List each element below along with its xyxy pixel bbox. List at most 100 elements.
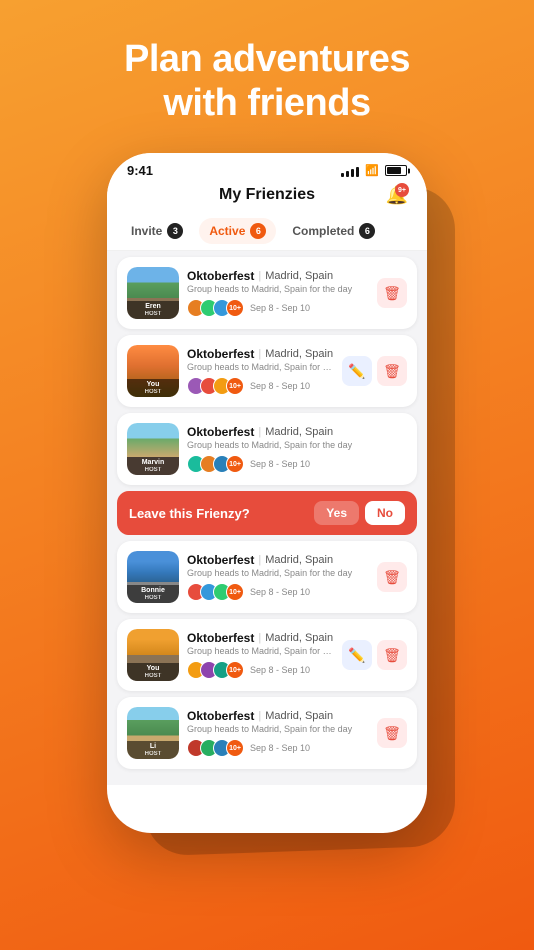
card-actions: 🗑 — [377, 562, 407, 592]
event-dates: Sep 8 - Sep 10 — [250, 303, 310, 313]
leave-yes-button[interactable]: Yes — [314, 501, 359, 525]
tab-bar: Invite 3 Active 6 Completed 6 — [107, 212, 427, 251]
avatar-more: 10+ — [226, 377, 244, 395]
card-info: Oktoberfest | Madrid, Spain Group heads … — [187, 631, 334, 679]
list-item: YouHOST Oktoberfest | Madrid, Spain Grou… — [117, 335, 417, 407]
event-desc: Group heads to Madrid, Spain for the day — [187, 568, 369, 578]
phone-frame: 9:41 📶 My Frienzies 🔔 9+ — [107, 153, 427, 833]
avatar-more: 10+ — [226, 583, 244, 601]
card-actions: 🗑 — [377, 278, 407, 308]
app-title: My Frienzies — [219, 186, 315, 204]
card-info: Oktoberfest | Madrid, Spain Group heads … — [187, 347, 334, 395]
card-image: ErenHOST — [127, 267, 179, 319]
event-name: Oktoberfest — [187, 709, 254, 723]
edit-button[interactable]: ✏️ — [342, 356, 372, 386]
host-tag: LiHOST — [127, 741, 179, 759]
avatar-stack: 10+ — [187, 661, 244, 679]
host-tag: MarvinHOST — [127, 457, 179, 475]
event-location: Madrid, Spain — [265, 270, 333, 282]
list-item: YouHOST Oktoberfest | Madrid, Spain Grou… — [117, 619, 417, 691]
edit-button[interactable]: ✏️ — [342, 640, 372, 670]
avatar-more: 10+ — [226, 661, 244, 679]
card-image: YouHOST — [127, 629, 179, 681]
event-name: Oktoberfest — [187, 425, 254, 439]
leave-no-button[interactable]: No — [365, 501, 405, 525]
headline: Plan adventures with friends — [94, 38, 440, 125]
event-desc: Group heads to Madrid, Spain for the day — [187, 362, 334, 372]
event-dates: Sep 8 - Sep 10 — [250, 381, 310, 391]
card-image: LiHOST — [127, 707, 179, 759]
avatar-more: 10+ — [226, 299, 244, 317]
host-tag: YouHOST — [127, 663, 179, 681]
headline-line2: with friends — [124, 82, 410, 126]
signal-bars-icon — [341, 165, 359, 177]
event-dates: Sep 8 - Sep 10 — [250, 665, 310, 675]
battery-icon — [385, 165, 407, 176]
tab-active-badge: 6 — [250, 223, 266, 239]
card-image: YouHOST — [127, 345, 179, 397]
avatar-stack: 10+ — [187, 299, 244, 317]
card-image: MarvinHOST — [127, 423, 179, 475]
event-desc: Group heads to Madrid, Spain for the day — [187, 724, 369, 734]
card-actions: ✏️ 🗑 — [342, 356, 407, 386]
avatar-stack: 10+ — [187, 583, 244, 601]
card-info: Oktoberfest | Madrid, Spain Group heads … — [187, 269, 369, 317]
event-location: Madrid, Spain — [265, 426, 333, 438]
card-info: Oktoberfest | Madrid, Spain Group heads … — [187, 425, 399, 473]
avatar-stack: 10+ — [187, 377, 244, 395]
event-location: Madrid, Spain — [265, 710, 333, 722]
list-item: MarvinHOST Oktoberfest | Madrid, Spain G… — [117, 413, 417, 485]
list-item: ErenHOST Oktoberfest | Madrid, Spain Gro… — [117, 257, 417, 329]
delete-button[interactable]: 🗑 — [377, 562, 407, 592]
event-name: Oktoberfest — [187, 269, 254, 283]
wifi-icon: 📶 — [365, 164, 379, 177]
delete-button[interactable]: 🗑 — [377, 356, 407, 386]
delete-button[interactable]: 🗑 — [377, 278, 407, 308]
app-header: My Frienzies 🔔 9+ — [107, 182, 427, 212]
event-dates: Sep 8 - Sep 10 — [250, 743, 310, 753]
list-item: BonnieHOST Oktoberfest | Madrid, Spain G… — [117, 541, 417, 613]
tab-invite[interactable]: Invite 3 — [121, 218, 193, 244]
host-tag: ErenHOST — [127, 301, 179, 319]
tab-active[interactable]: Active 6 — [199, 218, 276, 244]
avatar-stack: 10+ — [187, 739, 244, 757]
tab-completed-label: Completed — [292, 224, 354, 238]
card-image: BonnieHOST — [127, 551, 179, 603]
host-tag: YouHOST — [127, 379, 179, 397]
delete-button[interactable]: 🗑 — [377, 640, 407, 670]
event-name: Oktoberfest — [187, 347, 254, 361]
delete-button[interactable]: 🗑 — [377, 718, 407, 748]
leave-banner-text: Leave this Frienzy? — [129, 506, 250, 521]
event-desc: Group heads to Madrid, Spain for the day — [187, 284, 369, 294]
event-location: Madrid, Spain — [265, 554, 333, 566]
list-item: LiHOST Oktoberfest | Madrid, Spain Group… — [117, 697, 417, 769]
event-name: Oktoberfest — [187, 631, 254, 645]
cards-list: ErenHOST Oktoberfest | Madrid, Spain Gro… — [107, 251, 427, 785]
event-location: Madrid, Spain — [265, 348, 333, 360]
event-dates: Sep 8 - Sep 10 — [250, 587, 310, 597]
card-actions: ✏️ 🗑 — [342, 640, 407, 670]
tab-completed[interactable]: Completed 6 — [282, 218, 385, 244]
tab-active-label: Active — [209, 224, 245, 238]
host-tag: BonnieHOST — [127, 585, 179, 603]
leave-banner: Leave this Frienzy? Yes No — [117, 491, 417, 535]
headline-line1: Plan adventures — [124, 38, 410, 82]
notification-bell[interactable]: 🔔 9+ — [383, 181, 411, 209]
event-name: Oktoberfest — [187, 553, 254, 567]
status-bar: 9:41 📶 — [107, 153, 427, 182]
status-icons: 📶 — [341, 164, 407, 177]
avatar-stack: 10+ — [187, 455, 244, 473]
avatar-more: 10+ — [226, 455, 244, 473]
tab-completed-badge: 6 — [359, 223, 375, 239]
status-time: 9:41 — [127, 163, 153, 178]
tab-invite-label: Invite — [131, 224, 162, 238]
tab-invite-badge: 3 — [167, 223, 183, 239]
leave-buttons: Yes No — [314, 501, 405, 525]
event-desc: Group heads to Madrid, Spain for the day — [187, 646, 334, 656]
card-info: Oktoberfest | Madrid, Spain Group heads … — [187, 709, 369, 757]
avatar-more: 10+ — [226, 739, 244, 757]
event-location: Madrid, Spain — [265, 632, 333, 644]
event-dates: Sep 8 - Sep 10 — [250, 459, 310, 469]
card-info: Oktoberfest | Madrid, Spain Group heads … — [187, 553, 369, 601]
event-desc: Group heads to Madrid, Spain for the day — [187, 440, 399, 450]
